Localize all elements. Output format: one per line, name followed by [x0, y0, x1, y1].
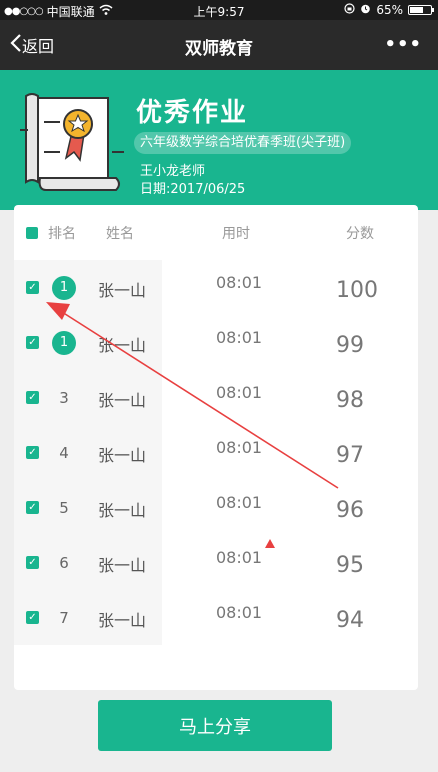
student-name: 张一山 — [98, 556, 147, 575]
share-button[interactable]: 马上分享 — [98, 700, 332, 751]
student-name: 张一山 — [98, 446, 147, 465]
table-row[interactable]: ✓ 1 张一山 08:01 100 — [14, 260, 418, 315]
score-value: 96 — [336, 498, 364, 523]
time-used: 08:01 — [216, 548, 263, 567]
score-value: 100 — [336, 278, 378, 303]
status-bar: ●●○○○ 中国联通 上午9:57 65% — [0, 0, 438, 20]
row-checkbox[interactable]: ✓ — [26, 611, 39, 624]
page-title: 双师教育 — [185, 39, 253, 59]
teacher-name: 王小龙老师 — [140, 164, 206, 179]
rank-label: 1 — [52, 331, 76, 355]
column-score: 分数 — [346, 226, 374, 242]
homework-date: 日期:2017/06/25 — [140, 182, 246, 197]
score-value: 97 — [336, 443, 364, 468]
student-name: 张一山 — [98, 281, 147, 300]
time-used: 08:01 — [216, 438, 263, 457]
certificate-icon — [20, 93, 124, 191]
time-used: 08:01 — [216, 273, 263, 292]
battery-percent: 65% — [376, 3, 403, 17]
score-value: 94 — [336, 608, 364, 633]
column-time: 用时 — [222, 226, 250, 242]
table-header: 排名 姓名 用时 分数 — [14, 205, 418, 261]
score-value: 95 — [336, 553, 364, 578]
column-rank: 排名 — [48, 226, 76, 242]
nav-bar: 返回 双师教育 ••• — [0, 20, 438, 70]
row-checkbox[interactable]: ✓ — [26, 336, 39, 349]
time-used: 08:01 — [216, 328, 263, 347]
table-row[interactable]: ✓ 6 张一山 08:01 95 — [14, 535, 418, 590]
table-row[interactable]: ✓ 7 张一山 08:01 94 — [14, 590, 418, 645]
student-name: 张一山 — [98, 611, 147, 630]
score-value: 99 — [336, 333, 364, 358]
row-checkbox[interactable]: ✓ — [26, 501, 39, 514]
time-used: 08:01 — [216, 603, 263, 622]
table-row[interactable]: ✓ 3 张一山 08:01 98 — [14, 370, 418, 425]
rank-label: 7 — [59, 609, 69, 627]
more-button[interactable]: ••• — [384, 34, 422, 55]
rank-label: 1 — [52, 276, 76, 300]
score-value: 98 — [336, 388, 364, 413]
row-checkbox[interactable]: ✓ — [26, 391, 39, 404]
homework-header: 优秀作业 六年级数学综合培优春季班(尖子班) 王小龙老师 日期:2017/06/… — [0, 70, 438, 210]
student-name: 张一山 — [98, 391, 147, 410]
ranking-card: 排名 姓名 用时 分数 ✓ 1 张一山 08:01 100 ✓ 1 张一山 08:01 99 ✓ 3 张… — [14, 205, 418, 690]
rank-label: 6 — [59, 554, 69, 572]
row-checkbox[interactable]: ✓ — [26, 281, 39, 294]
rank-label: 4 — [59, 444, 69, 462]
table-row[interactable]: ✓ 1 张一山 08:01 99 — [14, 315, 418, 370]
time-used: 08:01 — [216, 493, 263, 512]
row-checkbox[interactable]: ✓ — [26, 556, 39, 569]
column-name: 姓名 — [106, 226, 134, 242]
table-row[interactable]: ✓ 4 张一山 08:01 97 — [14, 425, 418, 480]
rotation-lock-icon — [344, 3, 355, 17]
select-all-checkbox[interactable] — [26, 227, 38, 239]
rank-label: 3 — [59, 389, 69, 407]
student-name: 张一山 — [98, 501, 147, 520]
rank-label: 5 — [59, 499, 69, 517]
table-row[interactable]: ✓ 5 张一山 08:01 96 — [14, 480, 418, 535]
row-checkbox[interactable]: ✓ — [26, 446, 39, 459]
class-name-pill: 六年级数学综合培优春季班(尖子班) — [134, 132, 352, 154]
homework-title: 优秀作业 — [136, 98, 249, 128]
student-name: 张一山 — [98, 336, 147, 355]
time-used: 08:01 — [216, 383, 263, 402]
battery-icon — [408, 5, 434, 15]
alarm-icon — [360, 3, 371, 17]
